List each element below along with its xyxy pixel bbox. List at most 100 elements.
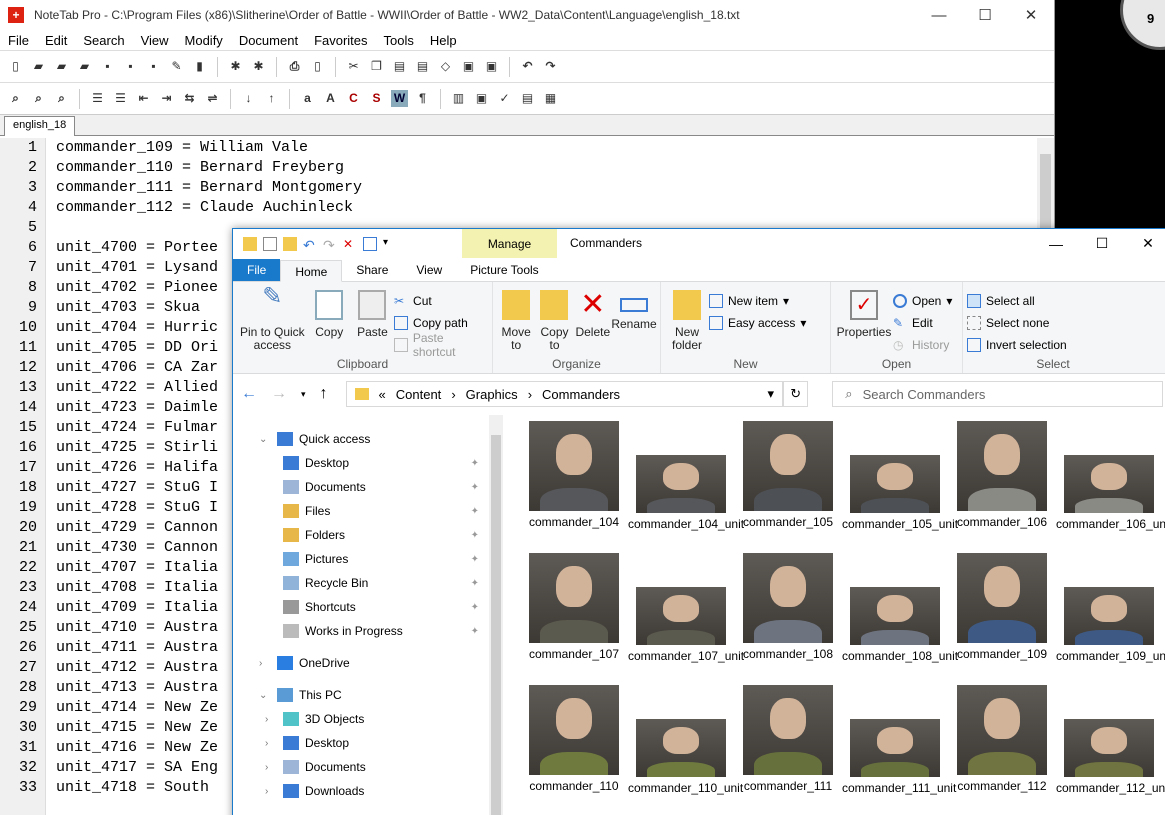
- back-icon[interactable]: ←: [241, 385, 257, 403]
- code-line[interactable]: commander_110 = Bernard Freyberg: [56, 158, 1054, 178]
- paste-2-icon[interactable]: ▤: [414, 58, 431, 75]
- chevron-icon[interactable]: ⌄: [259, 690, 271, 701]
- chevron-icon[interactable]: ›: [265, 738, 277, 749]
- menu-search[interactable]: Search: [75, 33, 132, 48]
- spell-icon[interactable]: ✓: [496, 90, 513, 107]
- clip-2-icon[interactable]: ▣: [483, 58, 500, 75]
- ribbon-tab-home[interactable]: Home: [280, 260, 343, 282]
- nav-files[interactable]: Files ✦: [233, 499, 491, 523]
- nav-desktop[interactable]: Desktop ✦: [233, 451, 491, 475]
- new-item-button[interactable]: New item ▾: [709, 292, 806, 309]
- file-thumbnail[interactable]: commander_109_unit: [1056, 553, 1165, 664]
- sort-desc-icon[interactable]: ↑: [263, 90, 280, 107]
- invert-selection-button[interactable]: Invert selection: [967, 336, 1067, 353]
- menu-modify[interactable]: Modify: [177, 33, 231, 48]
- sort-asc-icon[interactable]: ↓: [240, 90, 257, 107]
- sentence-icon[interactable]: S: [368, 90, 385, 107]
- cut-icon[interactable]: ✂: [345, 58, 362, 75]
- nav-scrollbar[interactable]: [489, 415, 503, 815]
- nav-works-in-progress[interactable]: Works in Progress ✦: [233, 619, 491, 643]
- chevron-icon[interactable]: ›: [265, 714, 277, 725]
- star-2-icon[interactable]: ✱: [250, 58, 267, 75]
- undo-icon[interactable]: ↶: [519, 58, 536, 75]
- nav-pc-downloads[interactable]: › Downloads: [233, 779, 491, 803]
- breadcrumb-overflow-icon[interactable]: «: [379, 387, 386, 402]
- file-thumbnail[interactable]: commander_104: [521, 421, 627, 530]
- nav-recycle-bin[interactable]: Recycle Bin ✦: [233, 571, 491, 595]
- nav-this-pc[interactable]: ⌄ This PC: [233, 683, 491, 707]
- ribbon-tab-view[interactable]: View: [402, 259, 456, 281]
- select-none-button[interactable]: Select none: [967, 314, 1067, 331]
- menu-view[interactable]: View: [133, 33, 177, 48]
- cut-button[interactable]: ✂ Cut: [394, 292, 488, 309]
- recent-locations-icon[interactable]: ▾: [301, 389, 306, 400]
- nav-documents[interactable]: Documents ✦: [233, 475, 491, 499]
- explorer-maximize-button[interactable]: ☐: [1079, 229, 1125, 258]
- breadcrumb-item[interactable]: Graphics: [466, 387, 518, 402]
- chevron-icon[interactable]: ⌄: [259, 434, 271, 445]
- edit-icon[interactable]: ✎: [168, 58, 185, 75]
- nav-pc-desktop[interactable]: › Desktop: [233, 731, 491, 755]
- ribbon-tab-picture-tools[interactable]: Picture Tools: [456, 259, 552, 281]
- select-all-button[interactable]: Select all: [967, 292, 1067, 309]
- code-line[interactable]: commander_111 = Bernard Montgomery: [56, 178, 1054, 198]
- nav-quick-access[interactable]: ⌄ Quick access: [233, 427, 491, 451]
- explorer-close-button[interactable]: ✕: [1125, 229, 1165, 258]
- file-thumbnail[interactable]: commander_110: [521, 685, 627, 794]
- stats-icon[interactable]: ▦: [542, 90, 559, 107]
- open-folder-2-icon[interactable]: ▰: [53, 58, 70, 75]
- word-wrap-icon[interactable]: W: [391, 90, 408, 107]
- align-icon[interactable]: ⇆: [181, 90, 198, 107]
- copy-icon[interactable]: ❐: [368, 58, 385, 75]
- save-icon[interactable]: ▪: [99, 58, 116, 75]
- find-next-icon[interactable]: ⌕: [30, 90, 47, 107]
- nav-folders[interactable]: Folders ✦: [233, 523, 491, 547]
- code-line[interactable]: commander_112 = Claude Auchinleck: [56, 198, 1054, 218]
- numbered-list-icon[interactable]: ☰: [112, 90, 129, 107]
- book-icon[interactable]: ▤: [519, 90, 536, 107]
- outdent-icon[interactable]: ⇤: [135, 90, 152, 107]
- rename-qa-icon[interactable]: [363, 236, 377, 251]
- chevron-right-icon[interactable]: ›: [451, 387, 455, 402]
- file-thumbnail[interactable]: commander_105_unit: [842, 421, 958, 532]
- star-icon[interactable]: ✱: [227, 58, 244, 75]
- breadcrumb-item[interactable]: Commanders: [542, 387, 620, 402]
- paste-shortcut-button[interactable]: Paste shortcut: [394, 331, 488, 359]
- properties-qa-icon[interactable]: [263, 236, 277, 251]
- find-prev-icon[interactable]: ⌕: [53, 90, 70, 107]
- case-upper-icon[interactable]: A: [322, 90, 339, 107]
- easy-access-button[interactable]: Easy access ▾: [709, 314, 806, 331]
- file-thumbnail[interactable]: commander_112: [949, 685, 1055, 794]
- columns-icon[interactable]: ▥: [450, 90, 467, 107]
- chevron-icon[interactable]: ›: [265, 762, 277, 773]
- save-as-icon[interactable]: ▪: [145, 58, 162, 75]
- search-box[interactable]: ⌕ Search Commanders: [832, 381, 1163, 407]
- preview-icon[interactable]: ▯: [309, 58, 326, 75]
- file-thumbnail[interactable]: commander_106: [949, 421, 1055, 530]
- nav-pc-3d-objects[interactable]: › 3D Objects: [233, 707, 491, 731]
- trash-icon[interactable]: ▮: [191, 58, 208, 75]
- file-thumbnail[interactable]: commander_105: [735, 421, 841, 530]
- tab-manage[interactable]: Manage: [462, 229, 557, 258]
- open-folder-icon[interactable]: ▰: [30, 58, 47, 75]
- redo-qa-icon[interactable]: ↷: [323, 237, 337, 253]
- open-button[interactable]: Open ▾: [893, 292, 952, 309]
- tab-english-18[interactable]: english_18: [4, 116, 76, 136]
- menu-file[interactable]: File: [0, 33, 37, 48]
- chevron-icon[interactable]: ›: [265, 786, 277, 797]
- list-icon[interactable]: ☰: [89, 90, 106, 107]
- new-folder-qa-icon[interactable]: [283, 236, 297, 251]
- file-thumbnail[interactable]: commander_107_unit: [628, 553, 744, 664]
- menu-document[interactable]: Document: [231, 33, 306, 48]
- file-thumbnail[interactable]: commander_108_unit: [842, 553, 958, 664]
- breadcrumb-item[interactable]: Content: [396, 387, 442, 402]
- paste-icon[interactable]: ▤: [391, 58, 408, 75]
- nav-pc-documents[interactable]: › Documents: [233, 755, 491, 779]
- clip-icon[interactable]: ▣: [460, 58, 477, 75]
- copy-path-button[interactable]: Copy path: [394, 314, 488, 331]
- case-lower-icon[interactable]: a: [299, 90, 316, 107]
- print-icon[interactable]: ⎙: [286, 58, 303, 75]
- new-file-icon[interactable]: ▯: [7, 58, 24, 75]
- delete-qa-icon[interactable]: ✕: [343, 237, 357, 251]
- code-line[interactable]: commander_109 = William Vale: [56, 138, 1054, 158]
